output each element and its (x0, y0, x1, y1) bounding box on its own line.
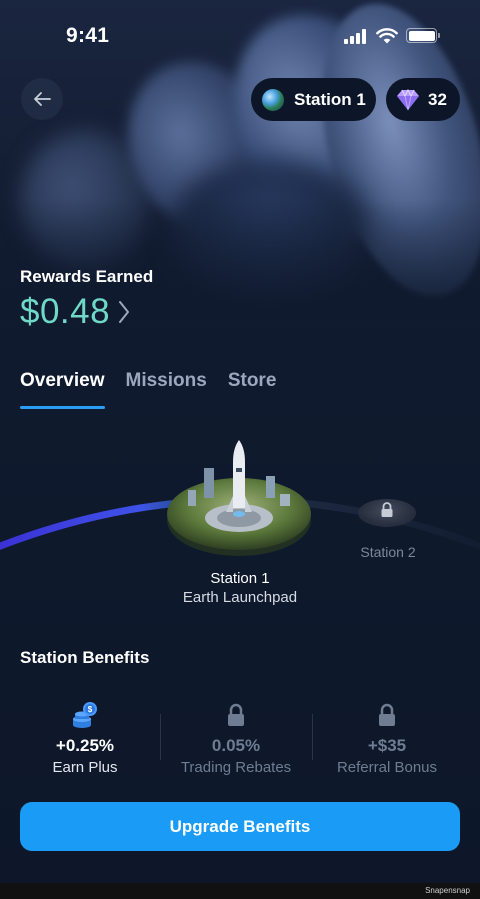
globe-icon (262, 88, 284, 111)
station-map: Station 1 Earth Launchpad Station 2 (0, 430, 480, 620)
rewards-value: $0.48 (20, 292, 111, 331)
screen: 9:41 Station 1 32 Rewards Earned $0.48 O… (0, 0, 480, 883)
benefits-title: Station Benefits (20, 648, 150, 667)
station-selector[interactable]: Station 1 (251, 78, 376, 121)
station-2-name: Station 2 (360, 544, 416, 560)
status-time: 9:41 (66, 24, 110, 47)
lock-icon (228, 703, 244, 726)
tab-bar: Overview Missions Store (20, 370, 297, 410)
benefit-label: Earn Plus (52, 759, 118, 776)
benefit-trading-rebates: 0.05% Trading Rebates (161, 700, 311, 776)
wifi-icon (376, 28, 398, 44)
tab-overview[interactable]: Overview (20, 370, 105, 410)
rewards-link[interactable]: $0.48 (20, 292, 130, 332)
footer-bar (0, 883, 480, 899)
station-1-island[interactable] (166, 438, 312, 558)
tab-missions[interactable]: Missions (126, 370, 207, 410)
watermark: Snapensnap (425, 886, 470, 895)
benefit-value: 0.05% (211, 736, 261, 755)
tab-store[interactable]: Store (228, 370, 277, 410)
upgrade-benefits-button[interactable]: Upgrade Benefits (20, 802, 460, 851)
status-bar: 9:41 (0, 0, 480, 70)
benefit-value: +$35 (367, 736, 407, 755)
gems-count: 32 (428, 89, 447, 109)
benefit-referral-bonus: +$35 Referral Bonus (312, 700, 462, 776)
station-1-name: Station 1 (210, 570, 270, 587)
station-1-subtitle: Earth Launchpad (182, 589, 298, 606)
signal-icon (344, 29, 368, 44)
benefit-label: Trading Rebates (180, 759, 292, 776)
lock-icon (379, 703, 395, 726)
benefit-value: +0.25% (55, 736, 115, 755)
battery-icon (406, 28, 440, 43)
svg-text:$: $ (88, 705, 93, 714)
back-button[interactable] (21, 78, 63, 120)
coins-icon: $ (73, 702, 97, 728)
diamond-icon (397, 88, 419, 110)
chevron-right-icon (119, 301, 130, 323)
station-selector-label: Station 1 (294, 89, 366, 109)
benefit-label: Referral Bonus (336, 759, 438, 776)
gems-counter[interactable]: 32 (386, 78, 460, 121)
rewards-label: Rewards Earned (20, 267, 154, 286)
arrow-left-icon (34, 92, 51, 106)
lock-icon (381, 502, 393, 517)
benefit-earn-plus: $ +0.25% Earn Plus (10, 700, 160, 776)
